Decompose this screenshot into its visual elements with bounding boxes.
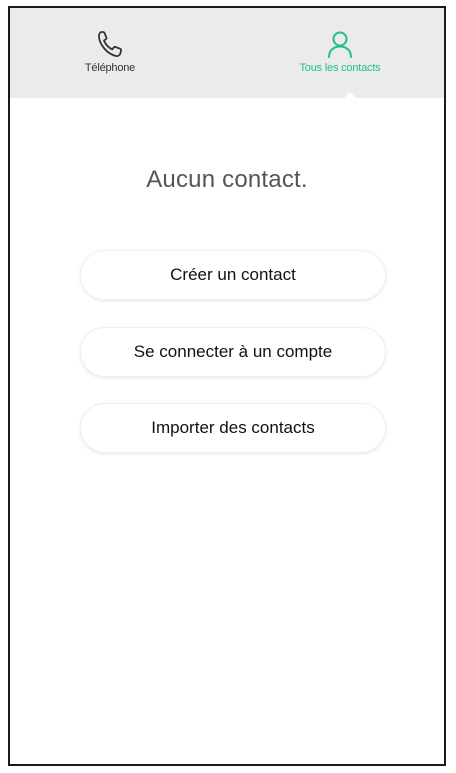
tab-bar: Téléphone Tous les contacts [10,8,444,99]
tab-all-contacts-label: Tous les contacts [299,62,381,74]
import-contacts-button[interactable]: Importer des contacts [80,403,386,453]
phone-screen: Téléphone Tous les contacts Aucun contac… [8,6,446,766]
connect-account-button[interactable]: Se connecter à un compte [80,327,386,377]
phone-icon [95,28,125,60]
contacts-content: Aucun contact. Créer un contact Se conne… [10,98,444,764]
empty-state-message: Aucun contact. [146,166,308,193]
tab-all-contacts[interactable]: Tous les contacts [270,8,410,98]
tab-phone[interactable]: Téléphone [50,8,170,98]
tab-phone-label: Téléphone [84,62,136,74]
create-contact-button[interactable]: Créer un contact [80,250,386,300]
person-icon [325,28,355,60]
